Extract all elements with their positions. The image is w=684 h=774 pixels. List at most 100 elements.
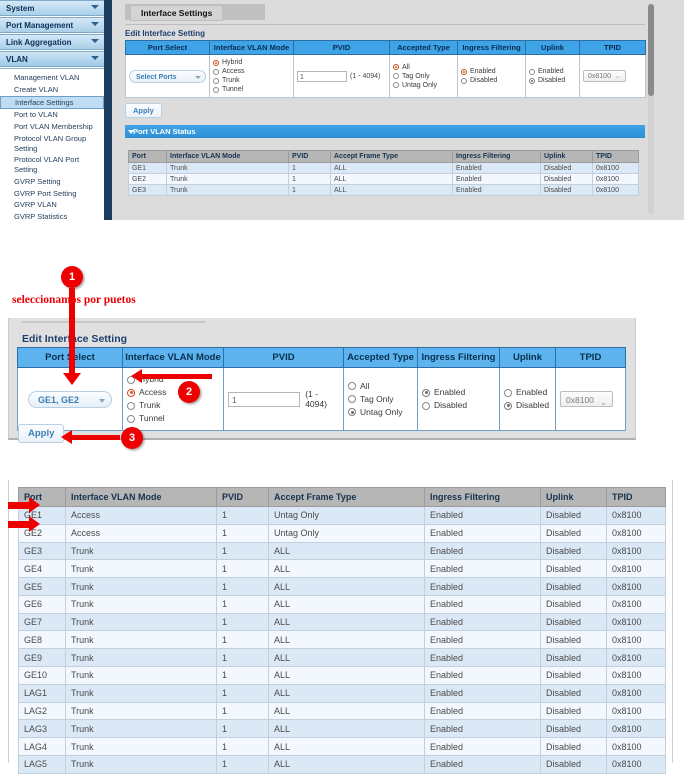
radio-trunk[interactable]: Trunk [213,76,290,85]
sidebar-group-link-aggregation[interactable]: Link Aggregation [0,34,104,50]
cell-accept-frame-type: ALL [331,185,453,196]
radio-label: All [360,380,369,393]
apply-button[interactable]: Apply [125,103,162,118]
port-vlan-status-header[interactable]: Port VLAN Status [125,125,645,138]
radio-untag-only[interactable]: Untag Only [393,81,454,90]
radio-untag-only[interactable]: Untag Only [348,406,413,419]
cell-interface-vlan-mode: Access [66,507,217,525]
cell-tpid: 0x8100 [607,524,666,542]
radio-icon [529,78,535,84]
sidebar-item-gvrp-vlan[interactable]: GVRP VLAN [0,199,104,211]
cell-tpid: 0x8100 [593,163,639,174]
sidebar-item-management-vlan[interactable]: Management VLAN [0,72,104,84]
top-section-title: Edit Interface Setting [125,29,205,38]
cell-interface-vlan-mode: Trunk [66,702,217,720]
col-interface-vlan-mode: Interface VLAN Mode [123,348,224,368]
cell-vlan-mode: Hybrid Access Trunk Tunnel [210,55,294,98]
radio-ingress-enabled[interactable]: Enabled [422,386,495,399]
chevron-down-icon: ⌄ [615,75,621,79]
port-select-dropdown[interactable]: GE1, GE2 [28,391,112,408]
radio-ingress-disabled[interactable]: Disabled [422,399,495,412]
cell-accept-frame-type: ALL [269,738,425,756]
sidebar-rail [104,0,112,220]
radio-uplink-disabled[interactable]: Disabled [529,76,576,85]
radio-access[interactable]: Access [213,67,290,76]
cell-pvid: 1 [217,667,269,685]
table-row: LAG1Trunk1ALLEnabledDisabled0x8100 [19,684,666,702]
sidebar-group-port-management[interactable]: Port Management [0,17,104,33]
sidebar-item-protocol-vlan-group[interactable]: Protocol VLAN Group Setting [0,133,104,154]
col-port-select: Port Select [126,41,210,55]
cell-accept-frame-type: ALL [331,174,453,185]
radio-label: All [402,63,410,72]
sidebar-item-create-vlan[interactable]: Create VLAN [0,84,104,96]
tpid-select[interactable]: 0x8100 ⌄ [560,391,613,407]
sidebar-group-system[interactable]: System [0,0,104,16]
radio-label: Enabled [538,67,564,76]
mid-apply-button[interactable]: Apply [18,424,64,443]
radio-tunnel[interactable]: Tunnel [213,85,290,94]
cell-ingress-filtering: Enabled [425,738,541,756]
cell-pvid: 1 [217,524,269,542]
table-row: LAG3Trunk1ALLEnabledDisabled0x8100 [19,720,666,738]
radio-hybrid[interactable]: Hybrid [213,58,290,67]
cell-port: LAG1 [19,684,66,702]
tpid-select[interactable]: 0x8100 ⌄ [583,70,626,82]
radio-ingress-disabled[interactable]: Disabled [461,76,522,85]
radio-access[interactable]: Access [127,386,219,399]
sidebar-item-gvrp-statistics[interactable]: GVRP Statistics [0,211,104,220]
radio-ingress-enabled[interactable]: Enabled [461,67,522,76]
cell-uplink: Disabled [541,163,593,174]
radio-trunk[interactable]: Trunk [127,399,219,412]
cell-uplink: Disabled [541,720,607,738]
sidebar-item-interface-settings[interactable]: Interface Settings [0,96,104,110]
radio-icon [127,415,135,423]
col-uplink: Uplink [526,41,580,55]
tab-interface-settings[interactable]: Interface Settings [130,5,223,21]
col-tpid: TPID [580,41,646,55]
radio-uplink-enabled[interactable]: Enabled [529,67,576,76]
cell-accepted-type: All Tag Only Untag Only [344,368,418,431]
radio-tag-only[interactable]: Tag Only [348,393,413,406]
pvid-input[interactable]: 1 [228,392,300,407]
sidebar-item-gvrp-port-setting[interactable]: GVRP Port Setting [0,187,104,199]
radio-tag-only[interactable]: Tag Only [393,72,454,81]
vlan-mode-radio-group: Hybrid Access Trunk Tunnel [213,58,290,94]
pvid-input[interactable]: 1 [297,71,347,82]
sidebar-item-port-vlan-membership[interactable]: Port VLAN Membership [0,121,104,133]
radio-tunnel[interactable]: Tunnel [127,412,219,425]
sidebar-group-vlan[interactable]: VLAN [0,51,104,67]
port-select-dropdown[interactable]: Select Ports [129,70,206,83]
radio-uplink-enabled[interactable]: Enabled [504,386,551,399]
cell-interface-vlan-mode: Trunk [66,649,217,667]
cell-uplink: Disabled [541,631,607,649]
bottom-status-panel: Port Interface VLAN Mode PVID Accept Fra… [0,480,684,763]
radio-icon [213,78,219,84]
cell-uplink: Disabled [541,613,607,631]
table-row: GE2Trunk1ALLEnabledDisabled0x8100 [129,174,639,185]
cell-port: GE7 [19,613,66,631]
vertical-scrollbar[interactable] [648,4,654,214]
collapse-triangle-icon [128,130,134,134]
table-row: GE8Trunk1ALLEnabledDisabled0x8100 [19,631,666,649]
sidebar-item-protocol-vlan-port[interactable]: Protocol VLAN Port Setting [0,154,104,175]
radio-label: Enabled [516,386,547,399]
radio-label: Trunk [139,399,160,412]
cell-port: LAG5 [19,755,66,773]
cell-port: LAG4 [19,738,66,756]
port-vlan-status-bar[interactable]: Port VLAN Status [125,125,645,138]
radio-all[interactable]: All [393,63,454,72]
cell-ingress-filtering: Enabled [425,631,541,649]
tpid-value: 0x8100 [566,395,594,405]
radio-all[interactable]: All [348,380,413,393]
radio-uplink-disabled[interactable]: Disabled [504,399,551,412]
table-row: GE1Access1Untag OnlyEnabledDisabled0x810… [19,507,666,525]
cell-uplink: Disabled [541,174,593,185]
sidebar-item-port-to-vlan[interactable]: Port to VLAN [0,109,104,121]
cell-ingress-filtering: Enabled [453,185,541,196]
col-interface-vlan-mode: Interface VLAN Mode [167,151,289,163]
radio-icon [529,69,535,75]
scrollbar-thumb[interactable] [648,4,654,96]
radio-icon [422,389,430,397]
sidebar-item-gvrp-setting[interactable]: GVRP Setting [0,176,104,188]
